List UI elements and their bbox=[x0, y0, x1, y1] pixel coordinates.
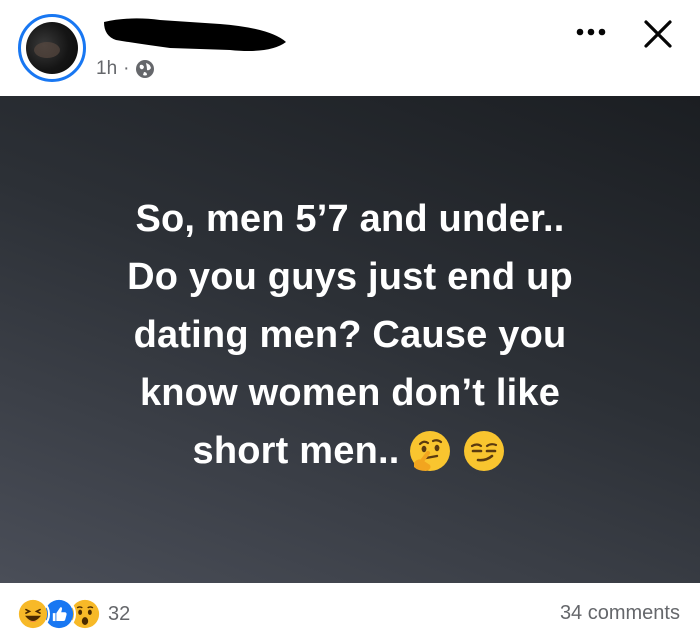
time-label: 1h bbox=[96, 58, 118, 79]
more-horizontal-icon[interactable] bbox=[574, 22, 608, 42]
post-footer: 32 34 comments bbox=[0, 583, 700, 643]
post-line: Do you guys just end up bbox=[127, 256, 573, 298]
post-line: short men.. bbox=[192, 430, 400, 472]
close-icon[interactable] bbox=[636, 12, 680, 56]
comments-link[interactable]: 34 comments bbox=[560, 602, 680, 625]
post-text: So, men 5’7 and under.. Do you guys just… bbox=[30, 190, 670, 480]
thinking-face-emoji bbox=[409, 431, 450, 471]
smirking-face-emoji bbox=[463, 431, 504, 471]
post-header: 1h · bbox=[0, 0, 700, 96]
reaction-count: 32 bbox=[108, 602, 131, 625]
post-line: So, men 5’7 and under.. bbox=[135, 198, 565, 240]
post-line: know women don’t like bbox=[139, 372, 561, 414]
post-last-line: short men.. bbox=[30, 422, 670, 480]
globe-icon bbox=[136, 60, 155, 78]
post-line: dating men? Cause you bbox=[133, 314, 567, 356]
redacted-name-mark bbox=[104, 18, 286, 51]
reaction-summary[interactable]: 32 bbox=[16, 597, 130, 631]
haha-reaction-icon bbox=[16, 597, 50, 631]
avatar-image bbox=[26, 22, 78, 74]
time-separator: · bbox=[123, 58, 130, 79]
profile-avatar[interactable] bbox=[18, 14, 86, 82]
post-timestamp: 1h · bbox=[96, 58, 155, 80]
